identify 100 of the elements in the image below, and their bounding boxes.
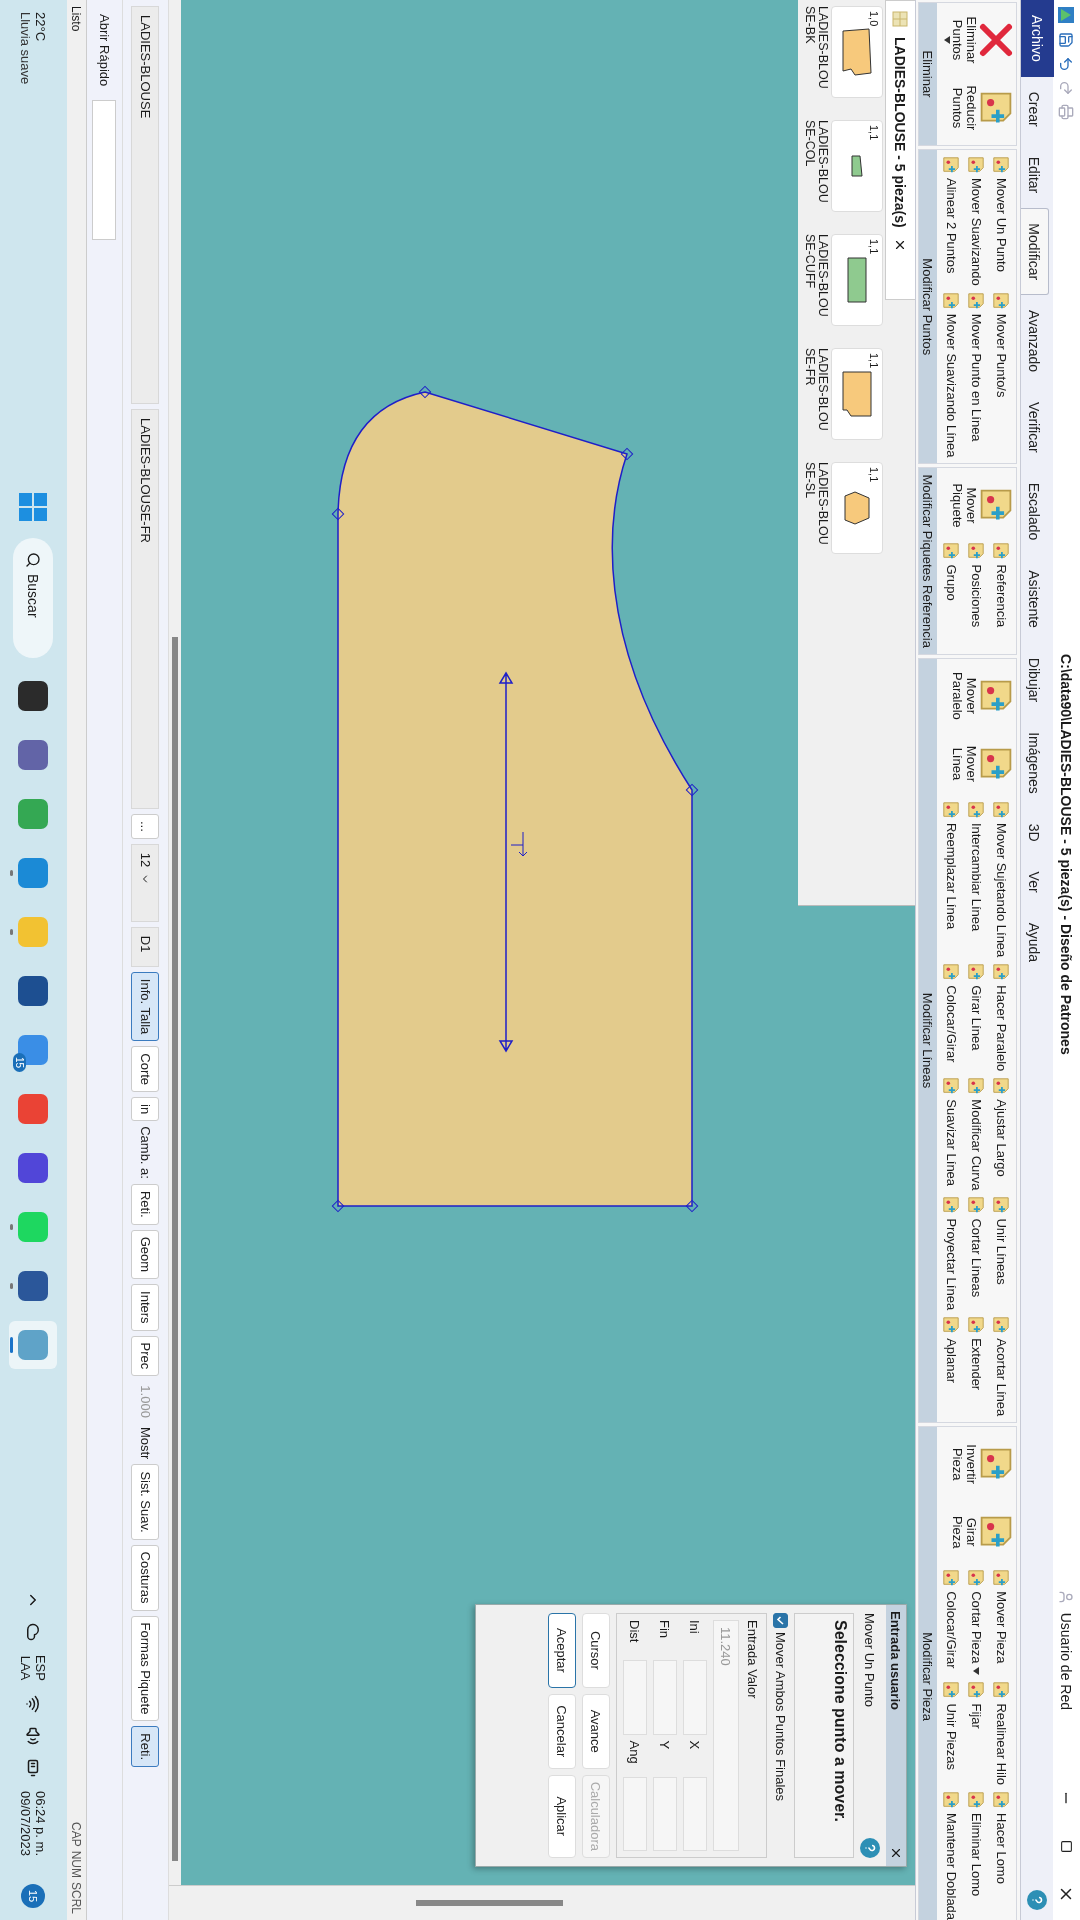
language-indicator[interactable]: LAA: [18, 1654, 34, 1681]
ribbon-tab[interactable]: Crear: [1021, 76, 1049, 142]
input-field[interactable]: [653, 1776, 677, 1851]
ribbon-button[interactable]: Acortar Línea: [992, 1316, 1011, 1417]
quick-open-field[interactable]: [92, 100, 117, 241]
piece-card[interactable]: 1,1: [831, 348, 883, 440]
scrollbar-thumb[interactable]: [172, 637, 178, 1861]
ribbon-tab[interactable]: Ayuda: [1021, 907, 1049, 978]
ribbon-button[interactable]: Mover Suavizando: [967, 156, 986, 286]
ribbon-button[interactable]: Colocar/Girar: [942, 963, 961, 1072]
ribbon-button[interactable]: Cortar Pieza: [967, 1569, 986, 1676]
save-icon[interactable]: [1058, 32, 1075, 48]
ribbon-tab[interactable]: Dibujar: [1021, 642, 1049, 718]
ribbon-button[interactable]: Referencia: [992, 542, 1011, 628]
toolbar-button[interactable]: Corte: [131, 1046, 160, 1093]
toolbar-button[interactable]: Prec: [131, 1335, 160, 1377]
ribbon-tab[interactable]: Verificar: [1021, 387, 1049, 468]
ribbon-button[interactable]: Cortar Líneas: [967, 1196, 986, 1311]
ribbon-button[interactable]: Suavizar Línea: [942, 1077, 961, 1191]
ribbon-button[interactable]: Realinear Hilo: [992, 1681, 1011, 1786]
ribbon-button[interactable]: Mover Pieza: [992, 1569, 1011, 1676]
ribbon-tab[interactable]: Escalado: [1021, 467, 1049, 556]
ribbon-button[interactable]: Proyectar Línea: [942, 1196, 961, 1311]
ribbon-tab[interactable]: Avanzado: [1021, 295, 1049, 388]
ribbon-button[interactable]: Colocar/Girar: [942, 1569, 961, 1676]
ribbon-button[interactable]: Intercambiar Línea: [967, 800, 986, 958]
toolbar-button[interactable]: Reti.: [131, 1726, 160, 1768]
toolbar-button[interactable]: Info. Talla: [131, 971, 160, 1042]
piece-card[interactable]: 1,1: [831, 462, 883, 554]
ribbon-button[interactable]: Aplanar: [942, 1316, 961, 1417]
piece-selector[interactable]: LADIES-BLOUSE-FR: [131, 409, 160, 809]
input-field[interactable]: [623, 1776, 647, 1851]
dialog-button[interactable]: Cursor: [582, 1613, 610, 1688]
dialog-button[interactable]: Aplicar: [548, 1774, 576, 1858]
ribbon-tab[interactable]: Editar: [1021, 141, 1049, 209]
undo-icon[interactable]: [1058, 56, 1075, 72]
clock-date[interactable]: 09/07/2023: [18, 1790, 34, 1856]
input-field[interactable]: [623, 1660, 647, 1735]
ribbon-button[interactable]: Mover Punto/s: [992, 291, 1011, 458]
search-field[interactable]: Buscar: [13, 538, 54, 658]
ribbon-button[interactable]: Extender: [967, 1316, 986, 1417]
dropdown[interactable]: D1: [131, 926, 160, 967]
ribbon-button[interactable]: Girar Línea: [967, 963, 986, 1072]
piece-card[interactable]: 1,1: [831, 120, 883, 212]
ribbon-button[interactable]: Mover Piquete: [939, 474, 1014, 537]
notification-badge[interactable]: 15: [21, 1884, 46, 1908]
toolbar-button[interactable]: in: [131, 1097, 160, 1122]
start-icon[interactable]: [18, 492, 49, 522]
input-field[interactable]: [683, 1776, 707, 1851]
ribbon-button[interactable]: Modificar Curva: [967, 1077, 986, 1191]
toolbar-button[interactable]: Geom: [131, 1229, 160, 1280]
toolbar-button[interactable]: Costuras: [131, 1544, 160, 1611]
dropdown[interactable]: 12: [131, 843, 160, 922]
ribbon-button[interactable]: Invertir Pieza: [939, 1433, 1014, 1496]
toolbar-button[interactable]: Formas Piquete: [131, 1615, 160, 1722]
ribbon-button[interactable]: Mover Sujetando Línea: [992, 800, 1011, 958]
close-icon[interactable]: [889, 1846, 903, 1860]
ribbon-button[interactable]: Posiciones: [967, 542, 986, 628]
print-icon[interactable]: [1058, 104, 1075, 120]
piece-card[interactable]: 1,1: [831, 234, 883, 326]
toolbar-button[interactable]: Reti.: [131, 1183, 160, 1225]
ribbon-tab[interactable]: Modificar: [1021, 208, 1049, 296]
ribbon-button[interactable]: Hacer Paralelo: [992, 963, 1011, 1072]
ribbon-button[interactable]: Mover Punto en Línea: [967, 291, 986, 458]
language-indicator[interactable]: ESP: [33, 1654, 49, 1681]
help-icon[interactable]: [1027, 1890, 1047, 1910]
document-tab[interactable]: LADIES-BLOUSE - 5 pieza(s): [885, 0, 915, 300]
ribbon-button[interactable]: Grupo: [942, 542, 961, 628]
ribbon-button[interactable]: Alinear 2 Puntos: [942, 156, 961, 286]
ribbon-tab[interactable]: 3D: [1021, 808, 1049, 857]
redo-icon[interactable]: [1058, 80, 1075, 96]
taskbar-app[interactable]: 15: [9, 1026, 58, 1074]
piece-selector[interactable]: LADIES-BLOUSE: [131, 6, 160, 404]
input-field[interactable]: [683, 1660, 707, 1735]
ribbon-button[interactable]: Girar Pieza: [939, 1501, 1014, 1564]
toolbar-button[interactable]: ...: [131, 814, 160, 839]
ribbon-button[interactable]: Reemplazar Línea: [942, 800, 961, 958]
dialog-button[interactable]: Aceptar: [548, 1613, 576, 1688]
dialog-button[interactable]: Cancelar: [548, 1693, 576, 1769]
input-field[interactable]: [653, 1660, 677, 1735]
ribbon-tab[interactable]: Ver: [1021, 856, 1049, 908]
scrollbar-thumb[interactable]: [416, 1900, 563, 1906]
clock-time[interactable]: 06:24 p. m.: [33, 1790, 49, 1856]
piece-card[interactable]: 1,0: [831, 6, 883, 98]
ribbon-button[interactable]: Mover Un Punto: [992, 156, 1011, 286]
ribbon-button[interactable]: Mover Suavizando Línea: [942, 291, 961, 458]
ribbon-button[interactable]: Ajustar Largo: [992, 1077, 1011, 1191]
ribbon-tab[interactable]: Imágenes: [1021, 717, 1049, 809]
option-checkbox[interactable]: Mover Ambos Puntos Finales: [773, 1613, 788, 1858]
ribbon-tab[interactable]: Asistente: [1021, 555, 1049, 643]
toolbar-button[interactable]: Sist. Suav.: [131, 1464, 160, 1540]
help-icon[interactable]: [860, 1838, 880, 1858]
ribbon-button[interactable]: Unir Piezas: [942, 1681, 961, 1786]
ribbon-button[interactable]: Mover Paralelo: [939, 664, 1014, 727]
volume-icon[interactable]: [24, 1726, 43, 1745]
dialog-button[interactable]: Avance: [582, 1693, 610, 1769]
ribbon-button[interactable]: Reducir Puntos: [939, 77, 1014, 139]
ribbon-button[interactable]: Mover Línea: [939, 732, 1014, 795]
ribbon-button[interactable]: Unir Líneas: [992, 1196, 1011, 1311]
ribbon-button[interactable]: Eliminar Puntos: [939, 9, 1014, 71]
